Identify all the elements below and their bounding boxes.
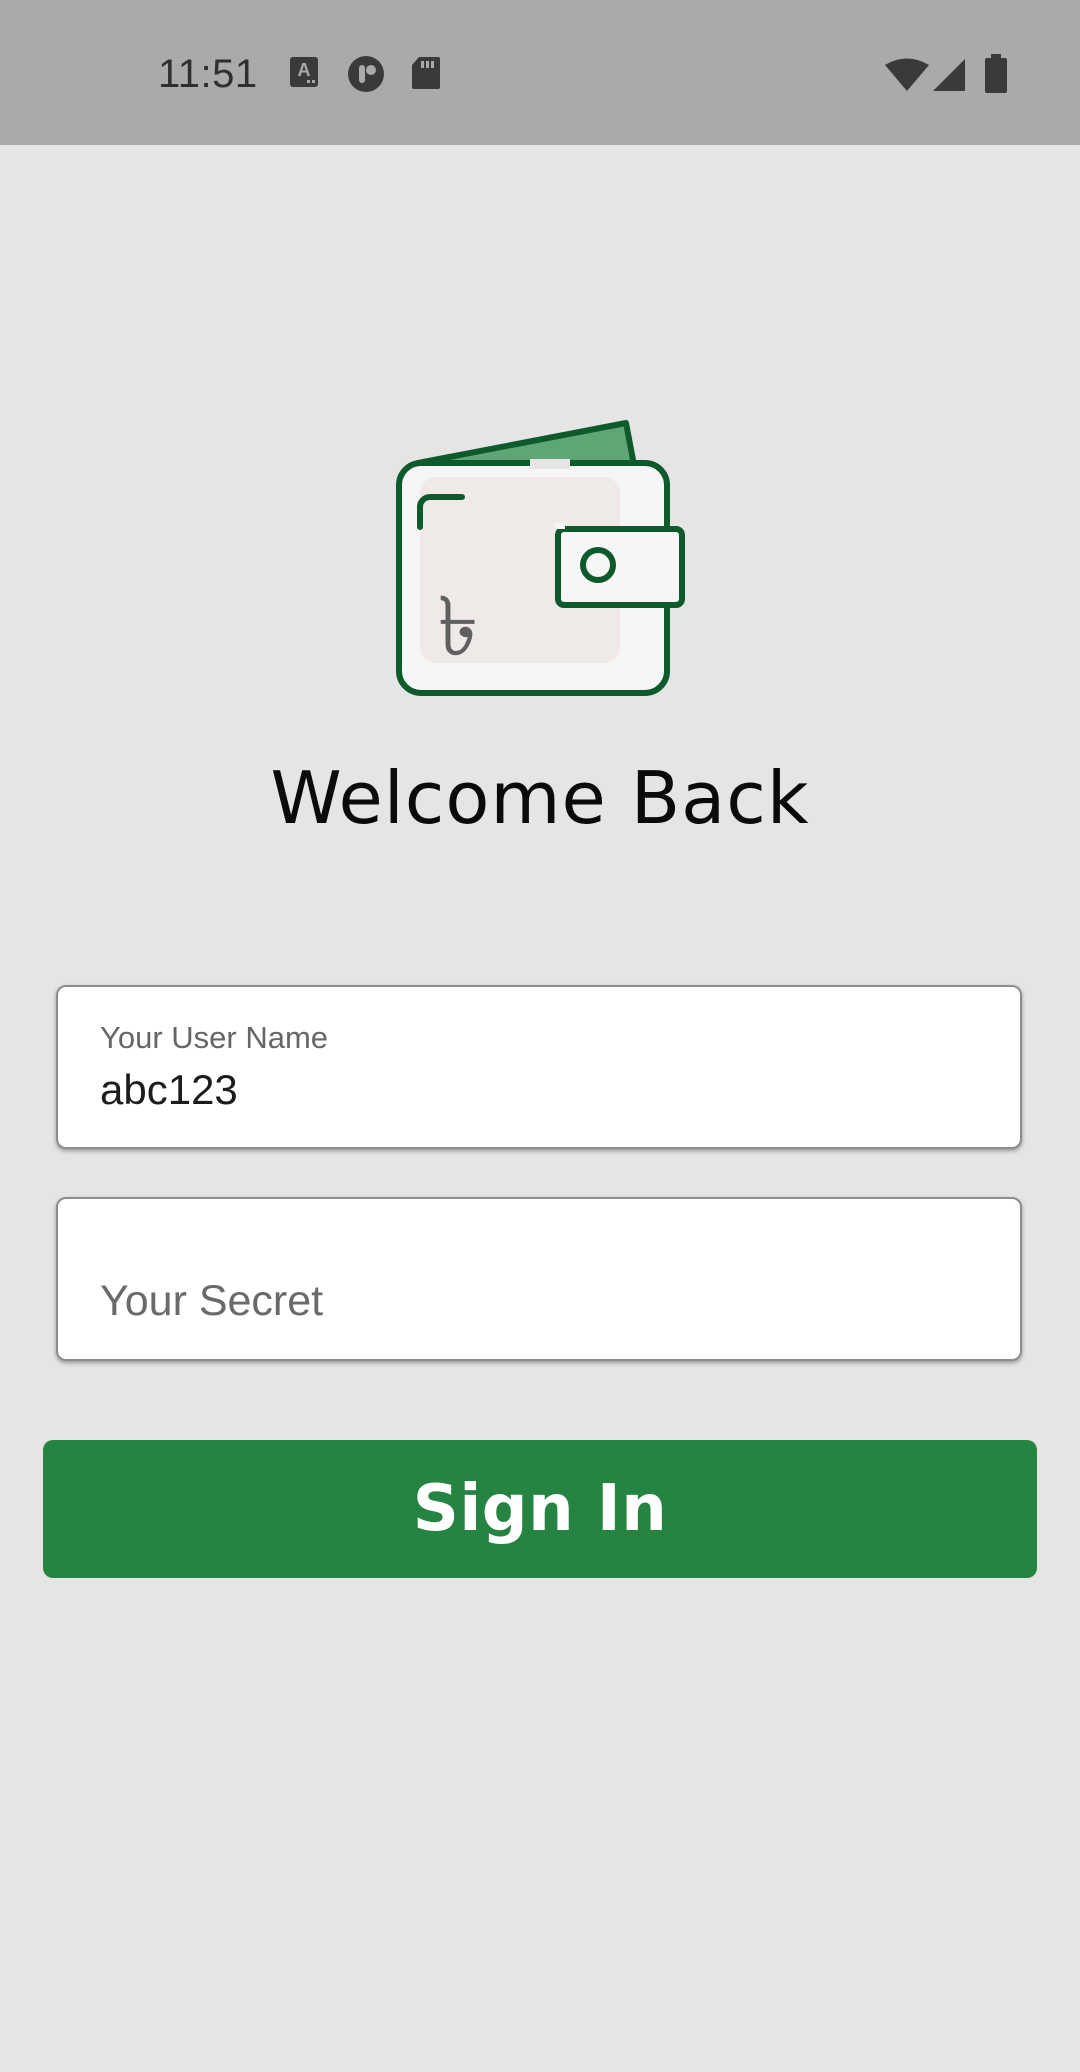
wallet-icon: ৳: [390, 415, 690, 705]
wifi-icon: [885, 58, 929, 97]
status-time: 11:51: [158, 52, 258, 96]
username-field[interactable]: Your User Name abc123: [56, 985, 1022, 1149]
username-label: Your User Name: [100, 1020, 329, 1055]
currency-glyph: ৳: [438, 580, 479, 675]
secret-input[interactable]: Your Secret: [100, 1277, 323, 1326]
sign-in-button[interactable]: Sign In: [43, 1440, 1037, 1578]
page-title: Welcome Back: [270, 756, 810, 840]
sd-card-icon: [411, 56, 441, 95]
cellular-signal-icon: [932, 58, 966, 97]
svg-text:A: A: [298, 60, 311, 80]
battery-icon: [984, 54, 1008, 99]
username-input[interactable]: abc123: [100, 1066, 238, 1114]
secret-field[interactable]: Your Secret: [56, 1197, 1022, 1361]
app-circle-icon: [346, 56, 386, 97]
status-bar: 11:51 A: [0, 0, 1080, 145]
keyboard-a-icon: A: [289, 56, 319, 93]
